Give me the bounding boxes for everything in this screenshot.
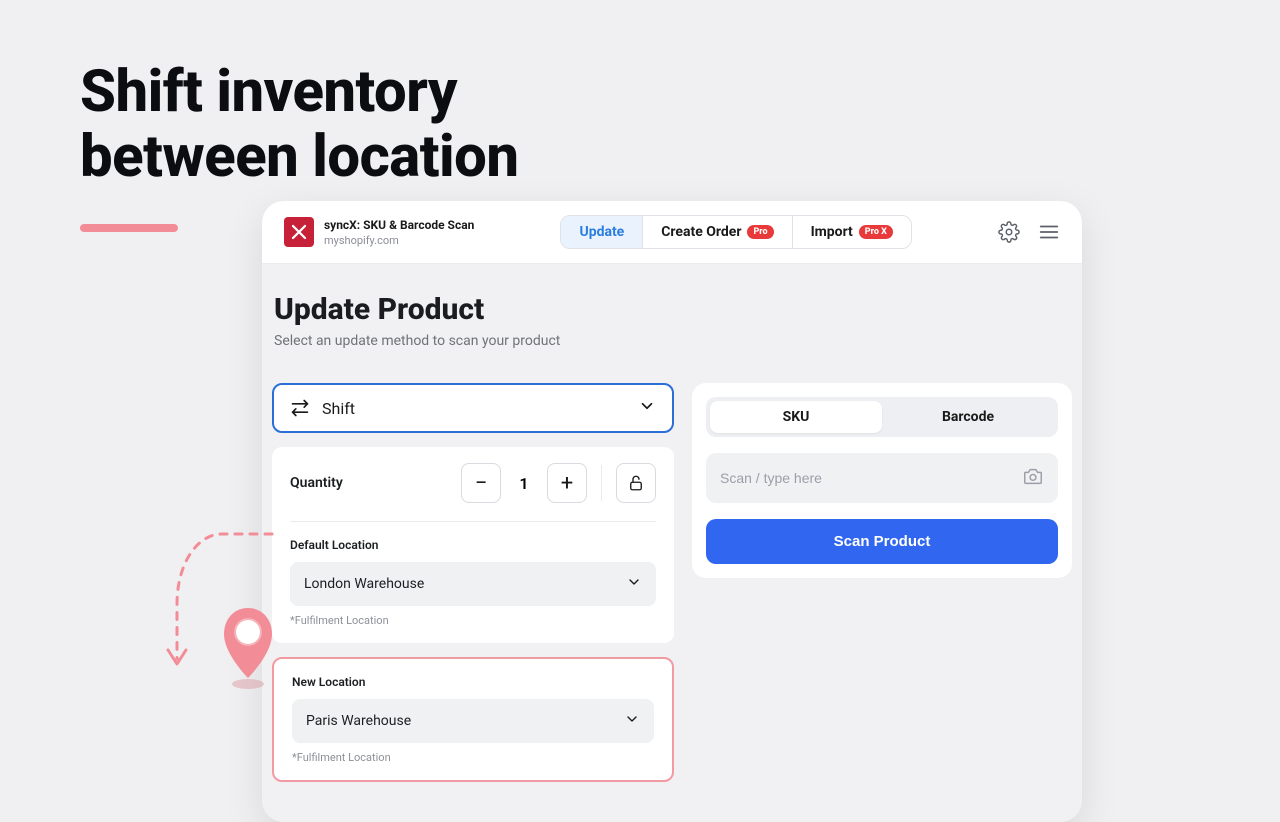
menu-button[interactable] xyxy=(1038,221,1060,243)
tab-import[interactable]: Import Pro X xyxy=(793,216,911,248)
camera-icon[interactable] xyxy=(1022,465,1044,491)
scan-input[interactable] xyxy=(720,470,1012,486)
section-title: Update Product xyxy=(274,292,1070,327)
top-tabs: Update Create Order Pro Import Pro X xyxy=(560,215,911,249)
card-header: syncX: SKU & Barcode Scan myshopify.com … xyxy=(262,201,1082,264)
tab-update[interactable]: Update xyxy=(561,216,643,248)
new-location-helper: *Fulfilment Location xyxy=(292,751,654,764)
card-body: Update Product Select an update method t… xyxy=(262,264,1082,822)
segment-sku[interactable]: SKU xyxy=(710,401,882,433)
new-location-label: New Location xyxy=(292,675,654,689)
pro-badge: Pro xyxy=(747,225,773,239)
method-label: Shift xyxy=(322,399,355,418)
scanner-mode-segment: SKU Barcode xyxy=(706,397,1058,437)
swap-icon xyxy=(290,398,310,418)
chevron-down-icon xyxy=(638,397,656,419)
tab-create-order[interactable]: Create Order Pro xyxy=(643,216,792,248)
new-location-select[interactable]: Paris Warehouse xyxy=(292,699,654,743)
brand: syncX: SKU & Barcode Scan myshopify.com xyxy=(284,217,474,247)
pro-badge: Pro X xyxy=(859,225,893,239)
divider xyxy=(601,465,602,501)
default-location-helper: *Fulfilment Location xyxy=(290,614,656,627)
app-card: syncX: SKU & Barcode Scan myshopify.com … xyxy=(262,201,1082,822)
app-name: syncX: SKU & Barcode Scan xyxy=(324,218,474,232)
segment-barcode[interactable]: Barcode xyxy=(882,401,1054,433)
brand-logo-icon xyxy=(284,217,314,247)
default-location-select[interactable]: London Warehouse xyxy=(290,562,656,606)
default-location-value: London Warehouse xyxy=(304,576,424,592)
header-right xyxy=(998,221,1060,243)
increment-button[interactable]: + xyxy=(547,463,587,503)
scan-product-button[interactable]: Scan Product xyxy=(706,519,1058,564)
lock-button[interactable] xyxy=(616,463,656,503)
brand-text: syncX: SKU & Barcode Scan myshopify.com xyxy=(324,218,474,247)
scan-panel: SKU Barcode Scan Product xyxy=(692,383,1072,578)
section-subtitle: Select an update method to scan your pro… xyxy=(274,333,1070,349)
default-location-label: Default Location xyxy=(290,538,656,552)
scan-input-wrapper xyxy=(706,453,1058,503)
chevron-down-icon xyxy=(624,711,640,731)
settings-button[interactable] xyxy=(998,221,1020,243)
new-location-value: Paris Warehouse xyxy=(306,713,411,729)
quantity-label: Quantity xyxy=(290,475,343,491)
quantity-value: 1 xyxy=(515,474,533,493)
tab-update-label: Update xyxy=(579,224,624,240)
tab-create-order-label: Create Order xyxy=(661,224,741,240)
method-select[interactable]: Shift xyxy=(272,383,674,433)
lock-icon xyxy=(627,474,645,492)
tab-import-label: Import xyxy=(811,224,853,240)
hamburger-icon xyxy=(1038,221,1060,243)
quantity-panel: Quantity − 1 + Default Location xyxy=(272,447,674,643)
page-headline: Shift inventorybetween location xyxy=(80,60,518,190)
gear-icon xyxy=(998,221,1020,243)
shop-domain: myshopify.com xyxy=(324,234,474,247)
chevron-down-icon xyxy=(626,574,642,594)
accent-bar xyxy=(80,224,178,232)
decrement-button[interactable]: − xyxy=(461,463,501,503)
